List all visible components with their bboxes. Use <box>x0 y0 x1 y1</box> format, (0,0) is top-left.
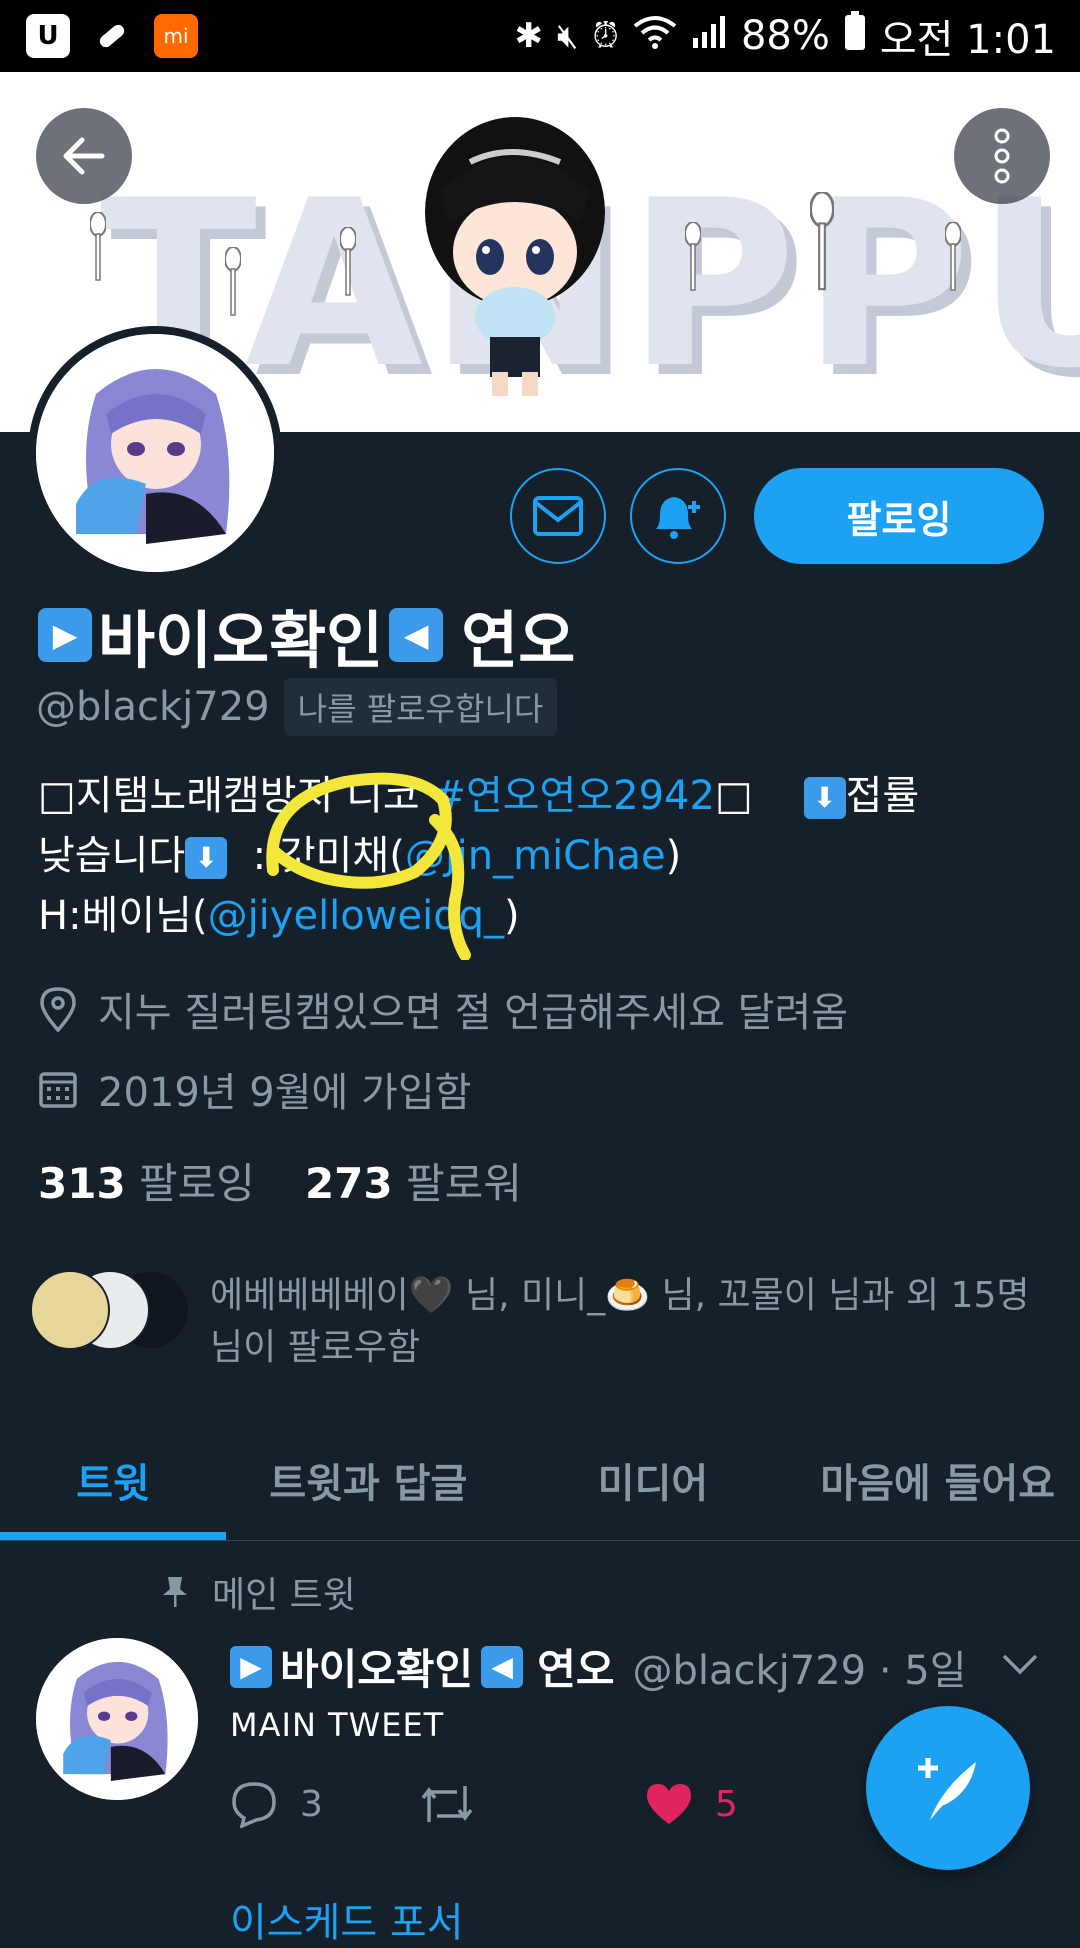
retweet-button[interactable] <box>419 1782 475 1826</box>
message-button[interactable] <box>510 468 606 564</box>
feather-plus-icon <box>918 1758 976 1820</box>
handle-row: @blackj729 나를 팔로우합니다 <box>36 678 558 736</box>
battery-percent: 88% <box>740 13 830 59</box>
reverse-emoji: ◀ <box>481 1645 524 1688</box>
spoon-decoration <box>810 192 834 291</box>
reply-button[interactable]: 3 <box>230 1780 323 1828</box>
wifi-icon <box>633 14 677 59</box>
location-pin-icon <box>40 987 76 1032</box>
tweet-text: MAIN TWEET <box>230 1706 445 1744</box>
pin-icon <box>163 1577 187 1607</box>
mute-icon: 🔇︎ <box>557 16 579 56</box>
following-stat[interactable]: 313 팔로잉 <box>38 1150 255 1211</box>
play-emoji: ▶ <box>230 1645 272 1688</box>
known-followers-avatars <box>30 1270 190 1350</box>
more-vertical-icon <box>994 128 1010 184</box>
follows-you-badge: 나를 팔로우합니다 <box>283 678 558 736</box>
down-arrow-emoji: ⬇ <box>185 837 228 879</box>
bio-text: ) <box>665 833 682 879</box>
like-count: 5 <box>714 1783 738 1825</box>
next-tweet-preview: 이스케드 포서 <box>230 1900 464 1946</box>
reply-count: 3 <box>300 1783 323 1825</box>
back-button[interactable] <box>36 108 132 204</box>
bio-line-2: 낮습니다 ⬇ : 갓미채(@Jin_miChae) <box>38 826 1048 886</box>
follow-stats: 313 팔로잉 273 팔로워 <box>38 1150 522 1211</box>
back-arrow-icon <box>63 137 105 175</box>
calendar-icon <box>39 1072 77 1108</box>
spoon-decoration <box>90 212 106 281</box>
followers-count: 273 <box>304 1159 393 1208</box>
profile-name-text: 바이오확인 <box>98 604 384 677</box>
bio-text: □ <box>714 773 804 819</box>
followers-stat[interactable]: 273 팔로워 <box>305 1150 522 1211</box>
avatar-illustration <box>36 334 274 572</box>
tweet-header: ▶ 바이오확인 ◀ 연오 @blackj729 · 5일 <box>230 1636 967 1697</box>
spoon-decoration <box>685 222 701 291</box>
tweet-avatar[interactable] <box>36 1638 198 1800</box>
tab-likes[interactable]: 마음에 들어요 <box>795 1420 1080 1540</box>
like-button[interactable]: 5 <box>645 1782 738 1826</box>
mi-app-icon: mi <box>154 14 198 58</box>
pill-icon <box>90 14 134 58</box>
spoon-decoration <box>340 227 356 296</box>
play-emoji: ▶ <box>38 608 92 662</box>
followers-label: 팔로워 <box>405 1159 522 1208</box>
profile-name-suffix: 연오 <box>461 604 576 677</box>
location-text: 지누 질러팅캠있으면 절 언급해주세요 달려옴 <box>98 990 849 1036</box>
bio-text: 낮습니다 <box>38 833 186 879</box>
profile-bio: □지탬노래캠방지 디코 #연오연오2942□ ⬇ 접률 낮습니다 ⬇ : 갓미채(@… <box>38 766 1048 946</box>
bell-plus-icon <box>656 497 700 539</box>
spoon-decoration <box>225 247 241 316</box>
tweet-handle-time: @blackj729 · 5일 <box>632 1647 967 1694</box>
bio-line-3: H:베이님(@jiyelloweiqq_) <box>38 886 1048 946</box>
retweet-icon <box>421 1786 473 1822</box>
profile-handle: @blackj729 <box>36 684 270 730</box>
joined-text: 2019년 9월에 가입함 <box>98 1070 472 1116</box>
tab-tweets[interactable]: 트윗 <box>0 1420 226 1540</box>
known-followers-text: 에베베베베이🖤 님, 미니_🍮 님, 꼬물이 님과 외 15명 님이 팔로우함 <box>210 1275 1030 1368</box>
following-label: 팔로잉 <box>139 1159 255 1208</box>
clock: 오전 1:01 <box>879 17 1056 63</box>
bio-text: 접률 <box>845 773 920 819</box>
down-arrow-emoji: ⬇ <box>803 777 846 819</box>
more-options-button[interactable] <box>954 108 1050 204</box>
tweet-author-suffix: 연오 <box>537 1645 615 1694</box>
following-button[interactable]: 팔로잉 <box>754 468 1044 564</box>
tab-tweets-and-replies[interactable]: 트윗과 답글 <box>226 1420 511 1540</box>
heart-icon <box>646 1784 691 1824</box>
bio-line-1: □지탬노래캠방지 디코 #연오연오2942□ ⬇ 접률 <box>38 766 1048 826</box>
signal-icon <box>691 14 727 59</box>
avatar <box>30 1270 110 1350</box>
following-count: 313 <box>38 1159 126 1208</box>
profile-avatar[interactable] <box>28 326 282 580</box>
reply-icon <box>232 1782 276 1828</box>
envelope-icon <box>533 496 583 536</box>
profile-name: ▶ 바이오확인 ◀ 연오 <box>38 590 575 680</box>
tweet-actions: 3 5 <box>230 1780 738 1828</box>
bio-text: H:베이님( <box>38 893 208 939</box>
app-notification-icon: U <box>26 14 70 58</box>
status-bar: U mi ✱ 🔇︎ ⏰︎ 88% 오전 1:01 <box>0 0 1080 72</box>
bio-text: ) <box>504 893 520 939</box>
tweet-author-name: 바이오확인 <box>280 1645 474 1694</box>
chibi-character-illustration <box>425 117 605 396</box>
reverse-emoji: ◀ <box>389 608 444 662</box>
pinned-label-row: 메인 트윗 <box>160 1566 356 1618</box>
chevron-down-icon[interactable] <box>1000 1652 1040 1676</box>
avatar-illustration <box>36 1638 198 1800</box>
profile-tabs: 트윗 트윗과 답글 미디어 마음에 들어요 <box>0 1420 1080 1541</box>
notifications-button[interactable] <box>630 468 726 564</box>
yellow-annotation-circle <box>266 772 471 960</box>
location-row: 지누 질러팅캠있으면 절 언급해주세요 달려옴 <box>38 980 848 1038</box>
pinned-label: 메인 트윗 <box>212 1575 356 1616</box>
compose-tweet-button[interactable] <box>866 1706 1030 1870</box>
known-followers[interactable]: 에베베베베이🖤 님, 미니_🍮 님, 꼬물이 님과 외 15명 님이 팔로우함 <box>30 1270 1050 1374</box>
bluetooth-icon: ✱ <box>514 16 544 56</box>
tab-media[interactable]: 미디어 <box>511 1420 796 1540</box>
battery-icon <box>844 11 866 61</box>
spoon-decoration <box>945 222 961 291</box>
joined-row: 2019년 9월에 가입함 <box>38 1060 471 1118</box>
alarm-icon: ⏰︎ <box>592 16 619 56</box>
